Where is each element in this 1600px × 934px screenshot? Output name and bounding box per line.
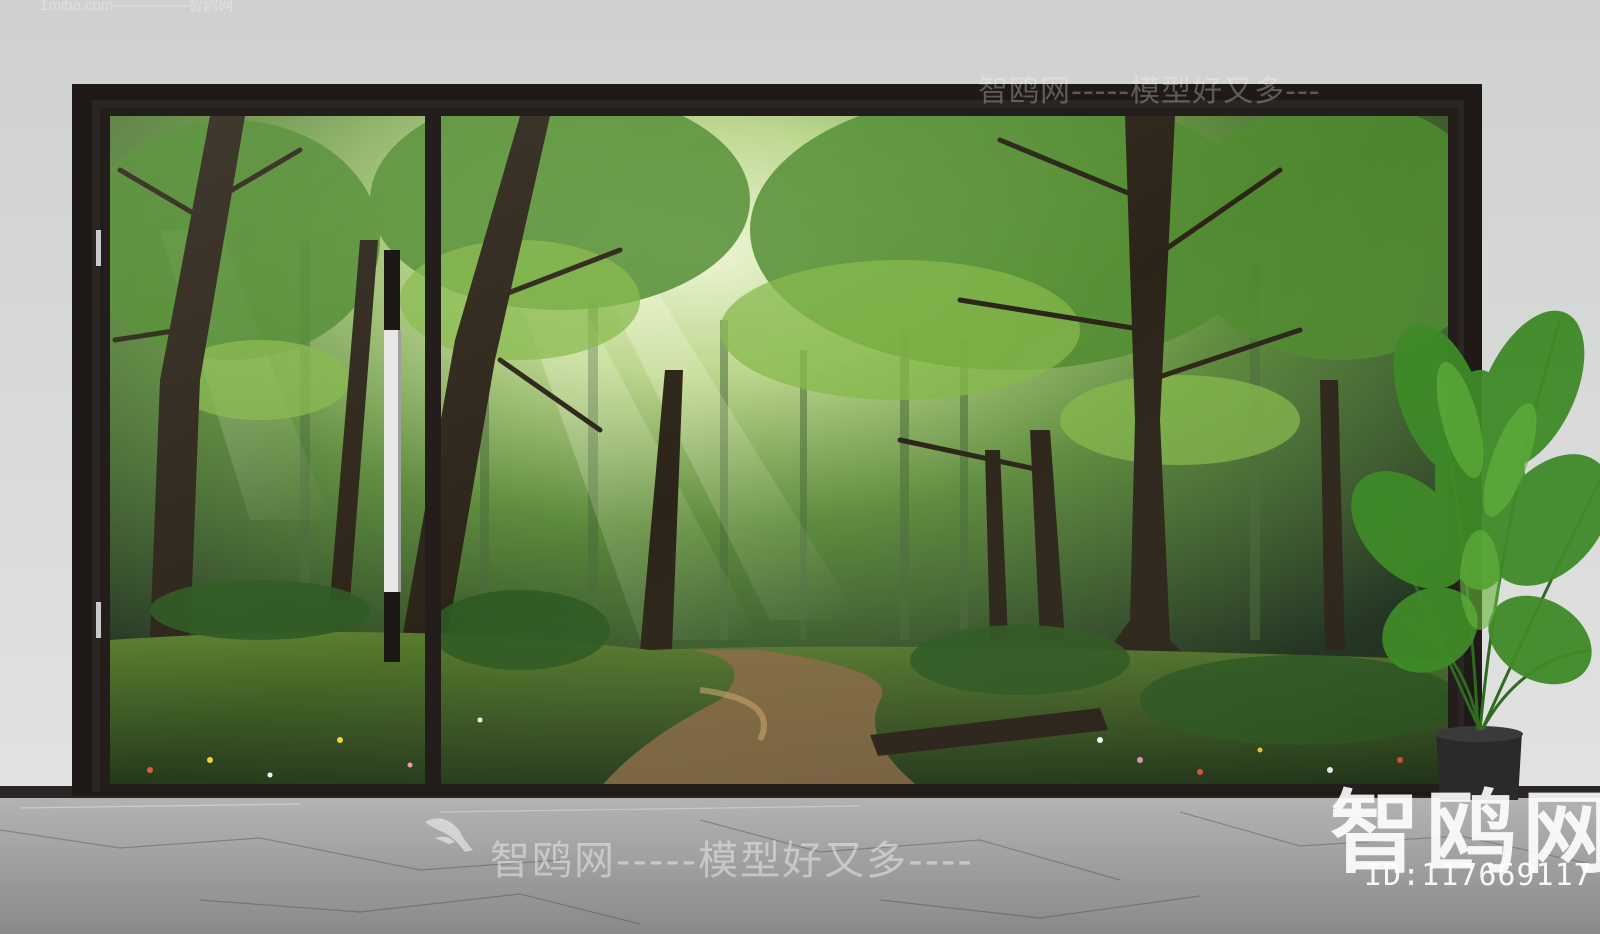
hinge-bottom: [96, 602, 101, 638]
door-mullion: [425, 108, 441, 792]
inner-border-left: [100, 108, 110, 792]
door-handle: [384, 250, 401, 662]
hinge-top: [96, 230, 101, 266]
inner-border-top: [100, 108, 1456, 116]
marble-floor: [0, 798, 1600, 934]
interior-scene: [0, 0, 1600, 934]
glass-reflection: [110, 116, 1450, 788]
inner-border-bottom: [100, 784, 1456, 792]
